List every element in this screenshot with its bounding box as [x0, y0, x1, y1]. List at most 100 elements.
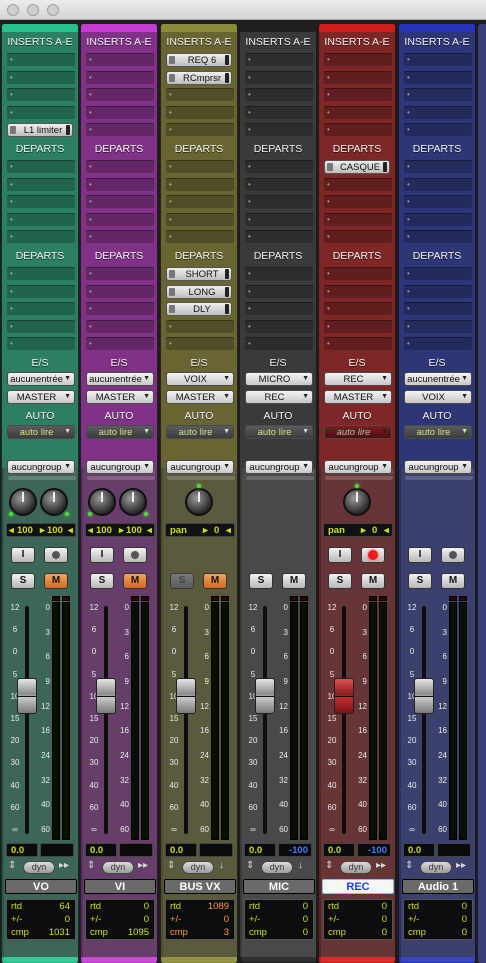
clip-indicator[interactable] [62, 596, 70, 601]
send-assignment[interactable]: CASQUE [324, 160, 390, 174]
clip-indicator[interactable] [131, 596, 139, 601]
insert-slot[interactable]: • [324, 88, 392, 101]
record-arm-button[interactable] [44, 547, 68, 563]
send-slot[interactable]: • [404, 267, 472, 280]
send-icon[interactable] [169, 270, 175, 278]
input-monitor-button[interactable]: I [11, 547, 35, 563]
send-slot[interactable]: • [404, 337, 472, 350]
send-slot[interactable]: • [404, 230, 472, 243]
mute-button[interactable]: M [44, 573, 68, 589]
insert-slot[interactable]: • [404, 88, 472, 101]
send-slot[interactable]: • [324, 230, 392, 243]
send-slot[interactable]: • [86, 230, 154, 243]
insert-slot[interactable]: • [404, 105, 472, 119]
nudge-arrows-icon[interactable]: ⇕ [8, 860, 16, 871]
send-slot[interactable]: • [166, 177, 234, 191]
input-monitor-button[interactable]: I [328, 547, 352, 563]
pan-knob[interactable] [185, 488, 213, 516]
input-selector[interactable]: REC ▼ [324, 372, 392, 386]
track-arrows-icon[interactable]: ▸▸ [456, 860, 466, 871]
insert-slot[interactable]: • [404, 123, 472, 136]
send-slot[interactable]: • [324, 212, 392, 226]
insert-slot[interactable]: • [86, 88, 154, 101]
pan-left-knob[interactable] [9, 488, 37, 516]
solo-button[interactable]: S [408, 573, 432, 589]
send-slot[interactable]: • [404, 177, 472, 191]
send-slot[interactable]: • [404, 195, 472, 208]
track-name[interactable]: MIC [243, 879, 315, 894]
send-assignment[interactable]: SHORT [166, 267, 232, 281]
send-slot[interactable]: • [7, 302, 75, 315]
send-slot[interactable]: • [86, 160, 154, 173]
clip-indicator[interactable] [379, 596, 387, 601]
send-slot[interactable]: • [245, 302, 313, 315]
send-slot[interactable]: • [324, 302, 392, 315]
clip-indicator[interactable] [459, 596, 467, 601]
send-slot[interactable]: • [86, 177, 154, 191]
output-selector[interactable]: MASTER ▼ [166, 390, 234, 404]
track-name[interactable]: BUS VX [164, 879, 236, 894]
insert-slot[interactable]: • [324, 105, 392, 119]
send-slot[interactable]: • [7, 267, 75, 280]
dynamic-transport-button[interactable]: dyn [420, 861, 452, 874]
send-slot[interactable]: • [245, 319, 313, 333]
send-slot[interactable]: • [7, 195, 75, 208]
volume-fader[interactable] [176, 677, 196, 714]
insert-slot[interactable]: • [166, 105, 234, 119]
track-arrows-icon[interactable]: ▸▸ [59, 860, 69, 871]
automation-mode-selector[interactable]: auto lire ▼ [245, 425, 313, 439]
nudge-arrows-icon[interactable]: ⇕ [405, 860, 413, 871]
mute-button[interactable]: M [123, 573, 147, 589]
track-name[interactable]: VO [5, 879, 77, 894]
input-selector[interactable]: MICRO ▼ [245, 372, 313, 386]
insert-slot[interactable]: • [7, 88, 75, 101]
send-slot[interactable]: • [166, 195, 234, 208]
send-slot[interactable]: • [166, 230, 234, 243]
solo-button[interactable]: S [249, 573, 273, 589]
send-slot[interactable]: • [86, 195, 154, 208]
track-arrows-icon[interactable]: ▸▸ [376, 860, 386, 871]
insert-slot[interactable]: • [166, 123, 234, 136]
insert-slot[interactable]: • [404, 70, 472, 84]
down-arrow-icon[interactable]: ↓ [219, 860, 224, 871]
send-slot[interactable]: • [404, 302, 472, 315]
send-slot[interactable]: • [86, 337, 154, 350]
pan-right-knob[interactable] [119, 488, 147, 516]
group-selector[interactable]: aucungroup ▼ [245, 460, 313, 474]
channel-color-bar[interactable] [161, 24, 237, 32]
pan-right-knob[interactable] [40, 488, 68, 516]
volume-fader[interactable] [96, 677, 116, 714]
output-selector[interactable]: MASTER ▼ [86, 390, 154, 404]
send-slot[interactable]: • [86, 212, 154, 226]
insert-plugin[interactable]: REQ 6 [166, 53, 232, 67]
insert-slot[interactable]: • [245, 53, 313, 66]
send-slot[interactable]: • [245, 284, 313, 298]
send-slot[interactable]: • [7, 284, 75, 298]
insert-slot[interactable]: • [245, 88, 313, 101]
record-arm-button[interactable] [123, 547, 147, 563]
solo-button[interactable]: S [328, 573, 352, 589]
group-selector[interactable]: aucungroup ▼ [324, 460, 392, 474]
down-arrow-icon[interactable]: ↓ [298, 860, 303, 871]
clip-indicator[interactable] [300, 596, 308, 601]
send-assignment[interactable]: LONG [166, 284, 232, 299]
mute-button[interactable]: M [441, 573, 465, 589]
send-slot[interactable]: • [324, 337, 392, 350]
channel-color-bar[interactable] [319, 24, 395, 32]
send-slot[interactable]: • [404, 160, 472, 173]
group-selector[interactable]: aucungroup ▼ [7, 460, 75, 474]
input-monitor-button[interactable]: I [90, 547, 114, 563]
send-slot[interactable]: • [166, 212, 234, 226]
send-slot[interactable]: • [86, 267, 154, 280]
send-slot[interactable]: • [7, 337, 75, 350]
insert-slot[interactable]: • [86, 70, 154, 84]
clip-indicator[interactable] [221, 596, 229, 601]
plugin-bypass-icon[interactable] [169, 56, 175, 64]
dynamic-transport-button[interactable]: dyn [340, 861, 372, 874]
clip-indicator[interactable] [449, 596, 457, 601]
mute-button[interactable]: M [361, 573, 385, 589]
channel-color-bar[interactable] [399, 24, 475, 32]
clip-indicator[interactable] [52, 596, 60, 601]
send-slot[interactable]: • [404, 212, 472, 226]
track-name[interactable]: REC [322, 879, 394, 894]
